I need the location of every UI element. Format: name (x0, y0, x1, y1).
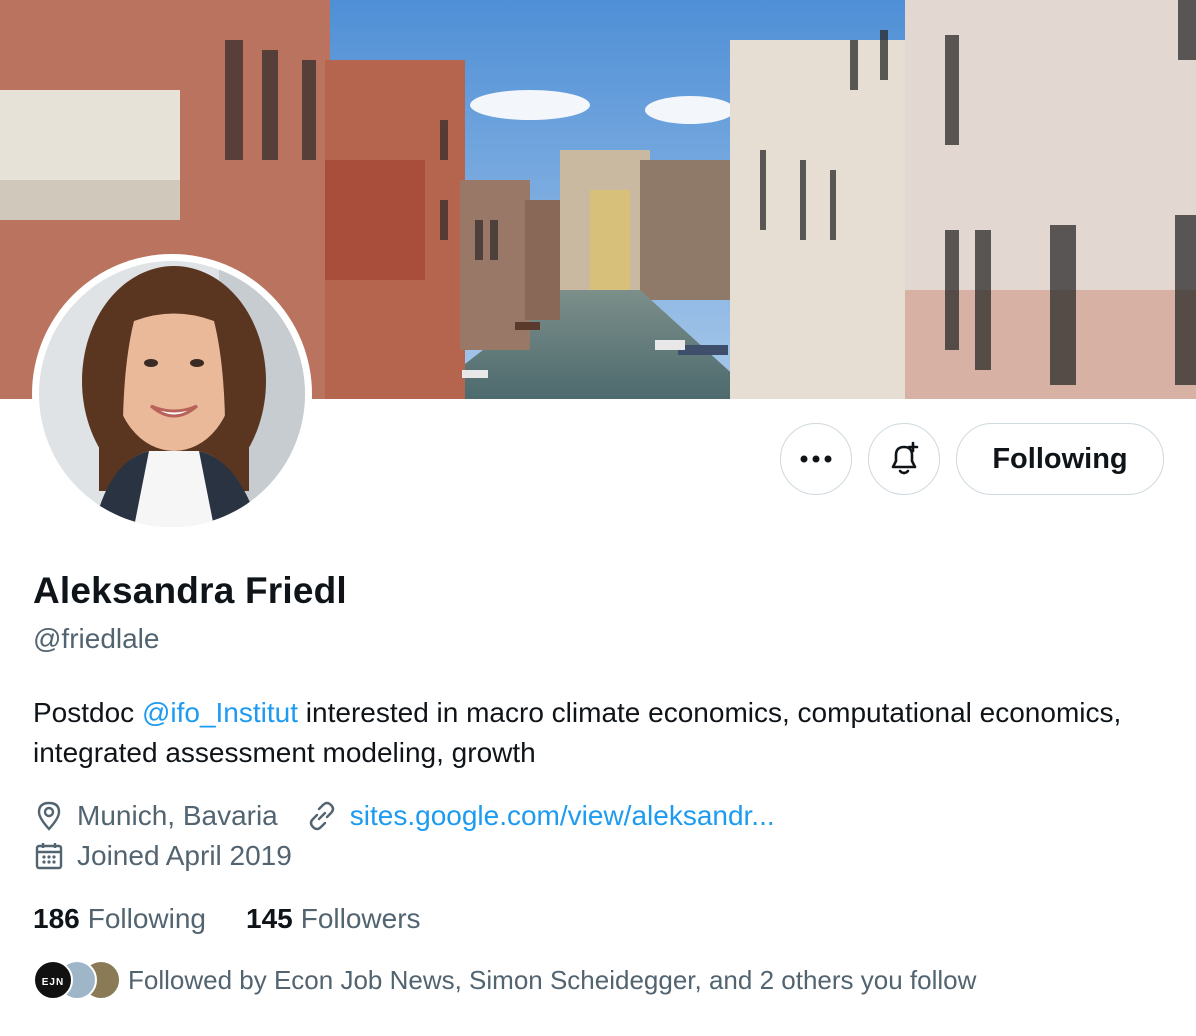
profile-bio: Postdoc @ifo_Institut interested in macr… (33, 693, 1153, 773)
more-options-button[interactable] (780, 423, 852, 495)
ejn-avatar-text: EJN (42, 977, 64, 988)
profile-handle: @friedlale (33, 623, 160, 654)
profile-avatar[interactable] (32, 254, 312, 534)
follower-avatar-1: EJN (33, 960, 73, 1000)
bio-mention-link[interactable]: @ifo_Institut (142, 697, 298, 728)
followed-by-avatars: EJN (33, 960, 121, 1000)
followers-label: Followers (300, 903, 421, 934)
following-button[interactable]: Following (956, 423, 1164, 495)
profile-location: Munich, Bavaria (77, 800, 278, 831)
profile-website-link[interactable]: sites.google.com/view/aleksandr... (350, 800, 775, 832)
notifications-button[interactable] (868, 423, 940, 495)
followed-by-row[interactable]: EJN Followed by Econ Job News, Simon Sch… (33, 960, 976, 1000)
location-pin-icon (33, 800, 65, 832)
bio-text-prefix: Postdoc (33, 697, 142, 728)
profile-display-name: Aleksandra Friedl (33, 570, 347, 611)
profile-meta-row: Munich, Bavaria sites.google.com/view/al… (33, 800, 775, 832)
following-count-link[interactable]: 186 Following (33, 903, 206, 935)
followers-count: 145 (246, 903, 293, 934)
profile-joined-date: Joined April 2019 (77, 840, 292, 871)
followed-by-text: Followed by Econ Job News, Simon Scheide… (128, 964, 977, 995)
link-icon (306, 800, 338, 832)
more-icon (800, 455, 832, 463)
calendar-icon (33, 840, 65, 872)
bell-plus-icon (886, 441, 922, 477)
following-count: 186 (33, 903, 80, 934)
following-label: Following (87, 903, 206, 934)
profile-stats: 186 Following 145 Followers (33, 903, 461, 935)
profile-joined-row: Joined April 2019 (33, 840, 292, 872)
followers-count-link[interactable]: 145 Followers (246, 903, 421, 935)
